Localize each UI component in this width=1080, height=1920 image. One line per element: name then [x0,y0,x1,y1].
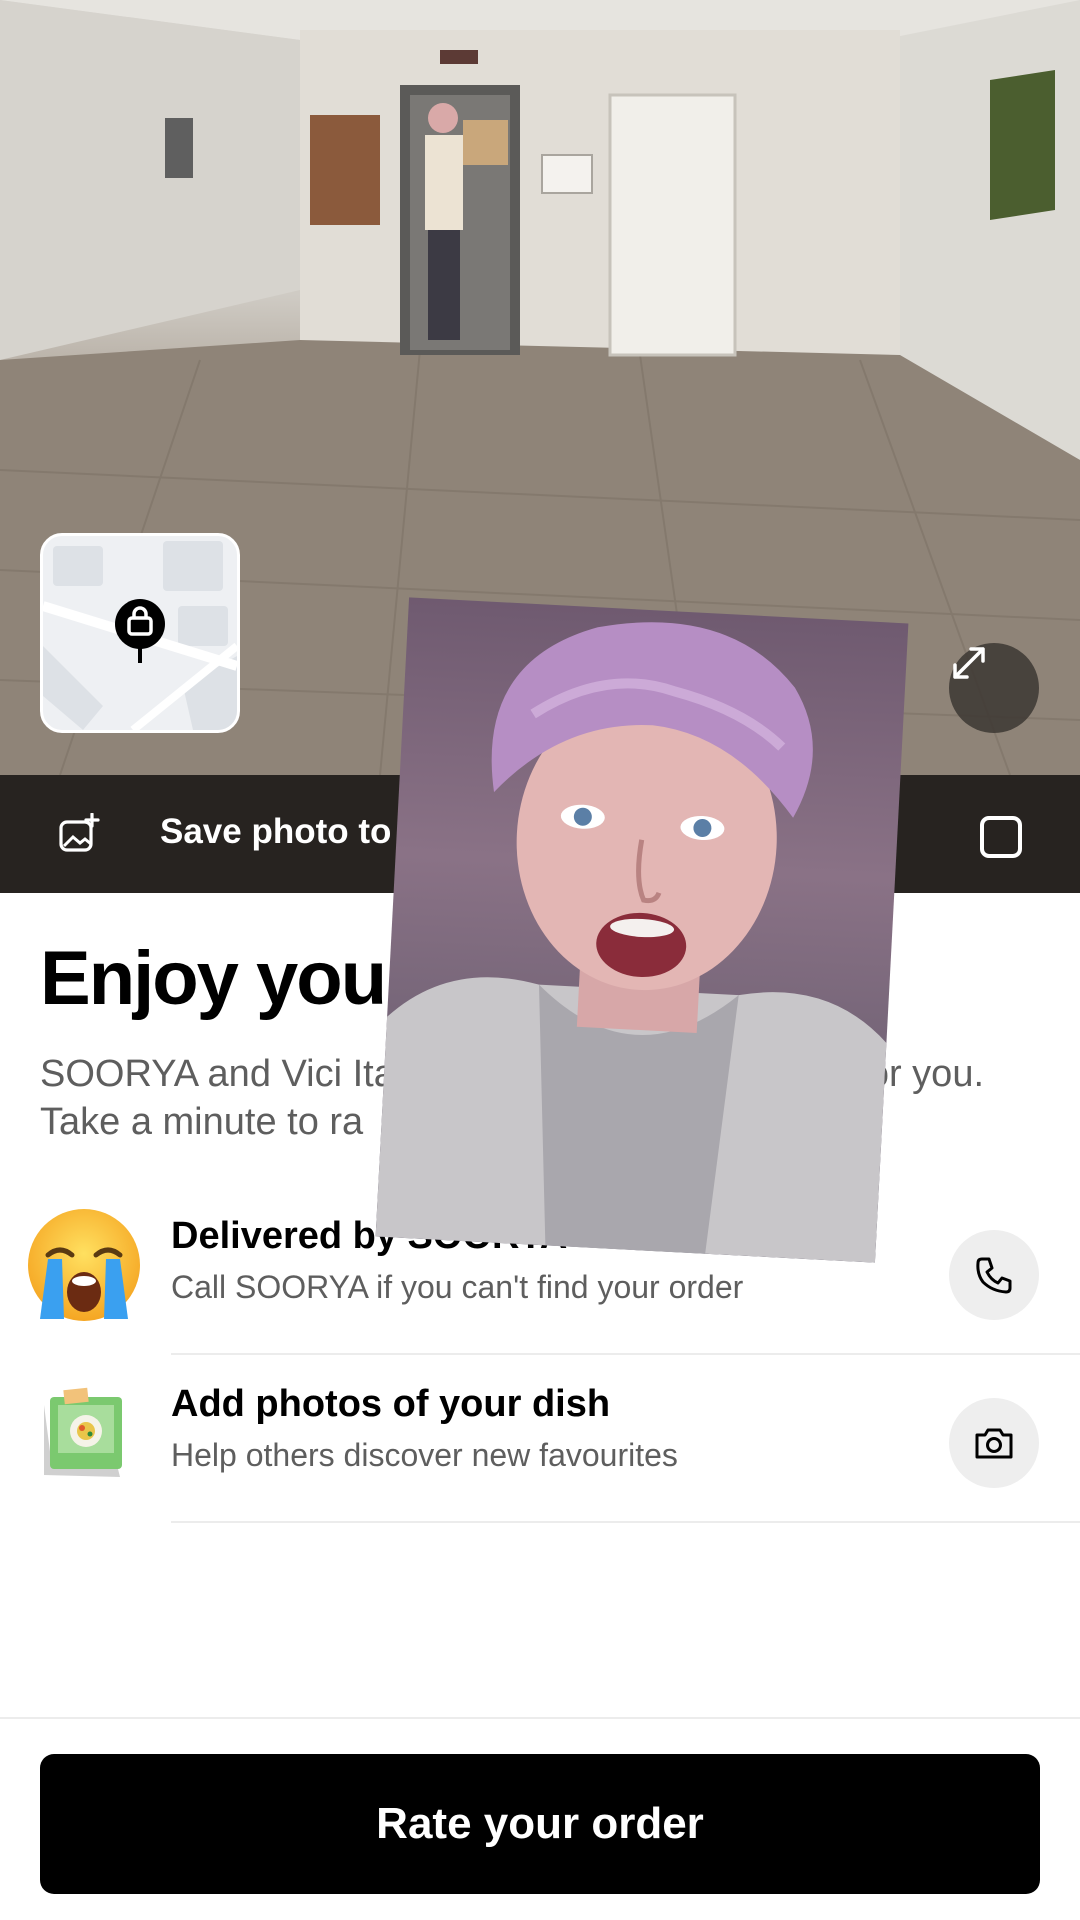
subtitle-line-2: Take a minute to ra [40,1101,364,1143]
save-photo-label: Save photo to g [160,812,423,851]
expand-arrows-icon [953,647,985,679]
bag-pin-icon [115,599,165,663]
map-thumbnail[interactable] [40,533,240,733]
add-photos-subtitle: Help others discover new favourites [171,1437,678,1473]
delivered-by-subtitle: Call SOORYA if you can't find your order [171,1269,744,1305]
camera-icon [975,1428,1013,1459]
expand-photo-button[interactable] [949,643,1039,733]
crying-face-emoji [28,1209,140,1321]
add-photo-camera-button[interactable] [949,1398,1039,1488]
row-divider [171,1353,1080,1355]
add-image-icon [59,813,100,852]
dish-photo-icon [44,1387,122,1477]
rate-order-button[interactable]: Rate your order [40,1754,1040,1894]
selfie-sticker [375,597,909,1263]
footer-divider [0,1717,1080,1719]
row-divider [171,1521,1080,1523]
selfie-face [375,622,887,1263]
save-photo-checkbox[interactable] [979,815,1023,859]
phone-icon [976,1257,1012,1294]
call-courier-button[interactable] [949,1230,1039,1320]
add-photos-row[interactable]: Add photos of your dish Help others disc… [0,1375,1080,1535]
add-photos-title: Add photos of your dish [171,1383,611,1425]
page-title: Enjoy your [40,936,415,1021]
